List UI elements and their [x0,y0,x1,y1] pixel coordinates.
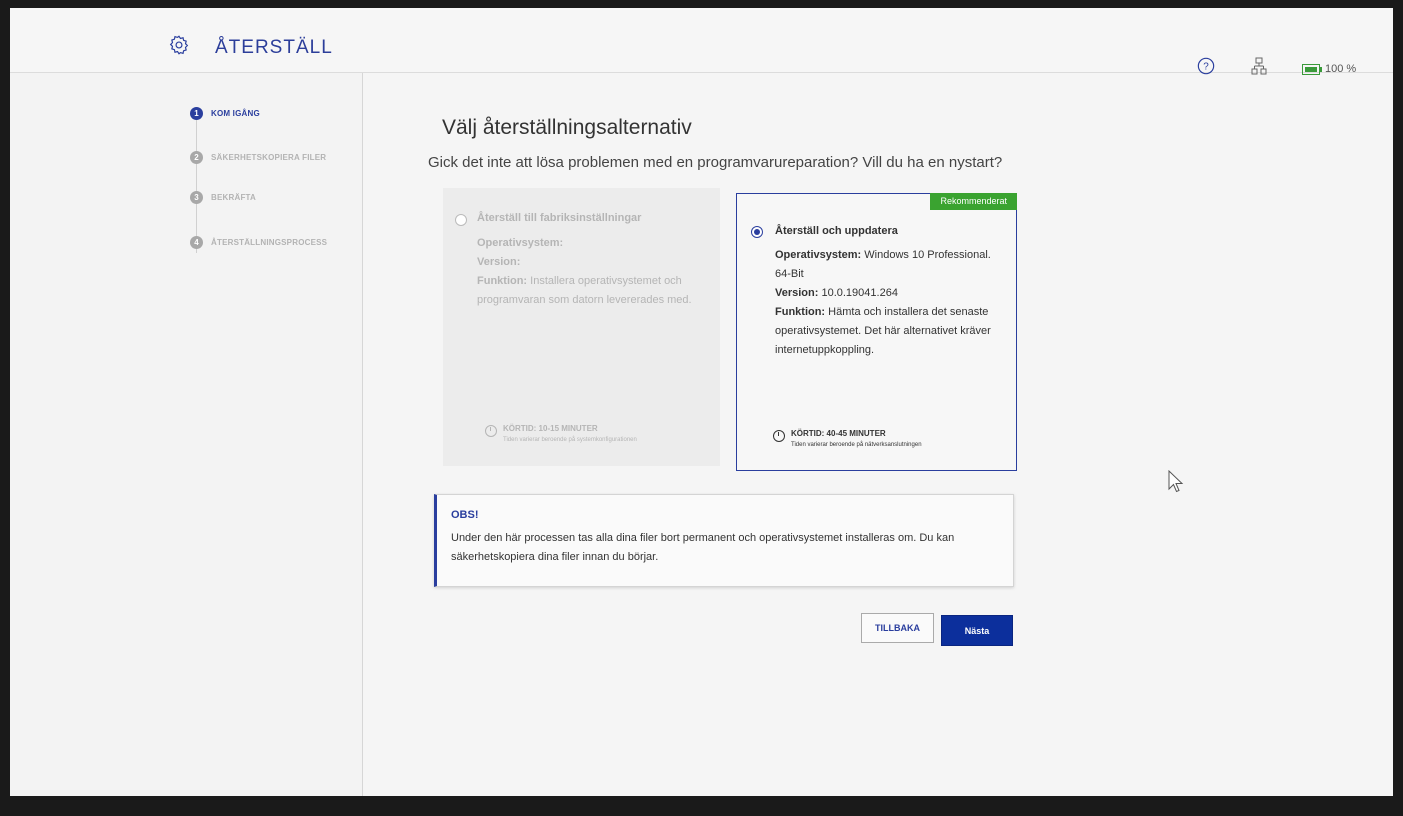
step-label: BEKRÄFTA [211,193,257,202]
notice-body: Under den här processen tas alla dina fi… [451,532,955,563]
header-bar: ÅTERSTÄLL ? 100 % [10,8,1393,75]
option-version: Version: 10.0.19041.264 [775,284,898,303]
clock-icon [773,430,785,442]
reset-update-radio[interactable] [751,226,763,238]
step-aterstallningsprocess: 4 ÅTERSTÄLLNINGSPROCESS [190,236,327,249]
step-label: KOM IGÅNG [211,109,260,118]
clock-icon [485,425,497,437]
network-icon[interactable] [1251,57,1267,75]
option-os: Operativsystem: [477,234,563,253]
option-factory-reset-card[interactable]: Återställ till fabriksinställningar Oper… [443,188,720,466]
version-value: 10.0.19041.264 [821,287,898,299]
step-kom-igang: 1 KOM IGÅNG [190,107,260,120]
runtime-note: Tiden varierar beroende på systemkonfigu… [503,437,637,443]
step-number: 3 [190,191,203,204]
option-function: Funktion: Hämta och installera det senas… [775,303,1000,360]
battery-icon [1302,63,1322,75]
next-button[interactable]: Nästa [941,615,1013,646]
steps-connector [196,115,197,253]
runtime-note: Tiden varierar beroende på nätverksanslu… [791,442,922,448]
recommended-badge: Rekommenderat [930,193,1017,210]
help-icon[interactable]: ? [1197,57,1215,75]
option-function: Funktion: Installera operativsystemet oc… [477,272,707,310]
version-label: Version: [477,256,521,268]
warning-notice: OBS! Under den här processen tas alla di… [434,494,1014,587]
factory-reset-radio[interactable] [455,214,467,226]
svg-text:?: ? [1203,62,1209,73]
option-version: Version: [477,253,520,272]
option-reset-update-card[interactable]: Rekommenderat Återställ och uppdatera Op… [736,193,1017,471]
option-runtime: KÖRTID: 40-45 MINUTER Tiden varierar ber… [773,429,922,448]
notice-title: OBS! [451,509,479,521]
option-title: Återställ och uppdatera [775,225,898,237]
option-runtime: KÖRTID: 10-15 MINUTER Tiden varierar ber… [485,424,637,443]
option-title: Återställ till fabriksinställningar [477,212,642,224]
back-button[interactable]: TILLBAKA [861,613,934,643]
version-label: Version: [775,287,819,299]
page-title: Välj återställningsalternativ [442,116,692,139]
step-label: ÅTERSTÄLLNINGSPROCESS [211,238,328,247]
function-label: Funktion: [477,275,528,287]
steps-sidebar: 1 KOM IGÅNG 2 SÄKERHETSKOPIERA FILER 3 B… [10,73,363,796]
os-label: Operativsystem: [775,249,862,261]
battery-text: 100 % [1325,63,1357,75]
runtime-label: KÖRTID: 10-15 MINUTER [503,424,598,433]
mouse-pointer-icon [1168,470,1184,493]
gear-icon [169,35,189,55]
step-number: 1 [190,107,203,120]
battery-indicator: 100 % [1302,63,1356,75]
page-subtitle: Gick det inte att lösa problemen med en … [428,154,1003,171]
step-sakerhetskopiera: 2 SÄKERHETSKOPIERA FILER [190,151,326,164]
app-title: ÅTERSTÄLL [215,37,333,58]
runtime-label: KÖRTID: 40-45 MINUTER [791,429,886,438]
os-label: Operativsystem: [477,237,564,249]
step-number: 4 [190,236,203,249]
recovery-screen: ÅTERSTÄLL ? 100 % 1 KOM IGÅNG 2 SÄKERHET… [10,8,1393,796]
step-label: SÄKERHETSKOPIERA FILER [211,153,327,162]
option-os: Operativsystem: Windows 10 Professional.… [775,246,1000,284]
step-number: 2 [190,151,203,164]
function-label: Funktion: [775,306,826,318]
step-bekrafta: 3 BEKRÄFTA [190,191,256,204]
